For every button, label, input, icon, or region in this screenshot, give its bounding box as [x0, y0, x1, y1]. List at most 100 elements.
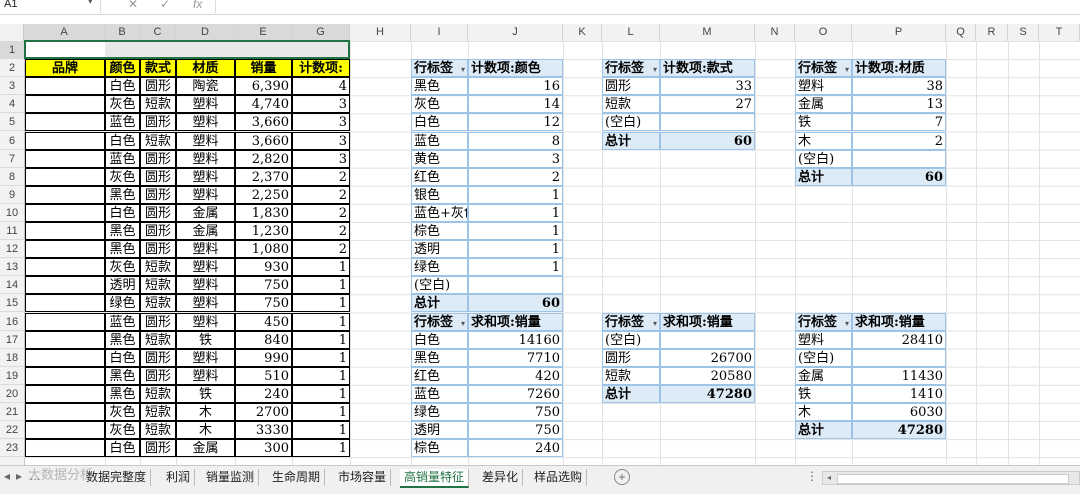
pivot-row-value[interactable] — [852, 348, 946, 367]
row-header[interactable]: 1 — [0, 41, 24, 59]
table-cell[interactable]: 圆形 — [140, 203, 176, 222]
pivot-header[interactable]: 行标签 ▾ — [602, 59, 660, 78]
table-cell[interactable]: 930 — [235, 258, 292, 277]
row-header[interactable]: 6 — [0, 132, 24, 150]
pivot-total-label[interactable]: 总计 — [602, 131, 660, 150]
table-cell[interactable] — [25, 131, 105, 150]
table-cell[interactable]: 750 — [235, 276, 292, 295]
pivot-row-value[interactable]: 14160 — [468, 330, 563, 349]
column-header[interactable]: A — [24, 24, 105, 41]
pivot-row-label[interactable]: 黑色 — [411, 348, 468, 367]
pivot-row-label[interactable]: 圆形 — [602, 77, 660, 96]
table-cell[interactable]: 短款 — [140, 403, 176, 421]
table-cell[interactable]: 2 — [292, 240, 350, 259]
table-cell[interactable]: 塑料 — [176, 294, 235, 313]
pivot-total-label[interactable]: 总计 — [795, 421, 852, 440]
pivot-row-label[interactable]: 透明 — [411, 240, 468, 259]
cancel-icon[interactable]: ✕ — [128, 0, 138, 11]
table-cell[interactable]: 黑色 — [105, 240, 140, 259]
table-cell[interactable]: 透明 — [105, 276, 140, 295]
pivot-total-label[interactable]: 总计 — [602, 384, 660, 403]
table-cell[interactable]: 短款 — [140, 421, 176, 440]
pivot-row-value[interactable] — [852, 149, 946, 168]
pivot-row-value[interactable]: 1 — [468, 258, 563, 277]
pivot-row-label[interactable]: 圆形 — [602, 348, 660, 367]
table-cell[interactable]: 灰色 — [105, 95, 140, 114]
table-cell[interactable]: 2 — [292, 203, 350, 222]
table-cell[interactable]: 圆形 — [140, 348, 176, 367]
table-cell[interactable]: 450 — [235, 312, 292, 331]
table-header[interactable]: 计数项: — [292, 59, 350, 78]
filter-dropdown-icon[interactable]: ▾ — [845, 60, 849, 76]
table-cell[interactable]: 短款 — [140, 258, 176, 277]
pivot-row-label[interactable]: (空白) — [795, 348, 852, 367]
table-cell[interactable]: 蓝色 — [105, 149, 140, 168]
table-cell[interactable]: 6,390 — [235, 77, 292, 96]
pivot-row-label[interactable]: 木 — [795, 131, 852, 150]
row-header[interactable]: 11 — [0, 222, 24, 240]
table-cell[interactable]: 1 — [292, 258, 350, 277]
table-cell[interactable]: 圆形 — [140, 240, 176, 259]
table-header[interactable]: 款式 — [140, 59, 176, 78]
pivot-row-value[interactable]: 27 — [660, 95, 755, 114]
table-cell[interactable]: 绿色 — [105, 294, 140, 313]
row-header[interactable]: 9 — [0, 186, 24, 204]
table-cell[interactable]: 圆形 — [140, 222, 176, 240]
row-header[interactable]: 4 — [0, 95, 24, 114]
table-cell[interactable] — [25, 203, 105, 222]
tab-market-capacity[interactable]: 市场容量 — [334, 469, 392, 486]
pivot-row-label[interactable]: (空白) — [602, 113, 660, 132]
table-cell[interactable]: 蓝色 — [105, 312, 140, 331]
column-header[interactable]: B — [105, 24, 140, 41]
table-cell[interactable]: 1 — [292, 312, 350, 331]
pivot-row-label[interactable]: 白色 — [411, 113, 468, 132]
pivot-total-value[interactable]: 60 — [468, 294, 563, 313]
pivot-header[interactable]: 计数项:颜色 — [468, 59, 563, 78]
table-cell[interactable]: 1,830 — [235, 203, 292, 222]
table-cell[interactable]: 1 — [292, 439, 350, 458]
select-all-corner[interactable] — [0, 24, 24, 41]
row-header[interactable]: 16 — [0, 313, 24, 331]
table-cell[interactable]: 圆形 — [140, 113, 176, 132]
pivot-header[interactable]: 行标签 ▾ — [411, 312, 468, 331]
table-cell[interactable]: 3 — [292, 131, 350, 150]
table-cell[interactable]: 短款 — [140, 276, 176, 295]
table-cell[interactable]: 黑色 — [105, 185, 140, 204]
pivot-total-value[interactable]: 60 — [660, 131, 755, 150]
table-cell[interactable] — [25, 312, 105, 331]
column-header[interactable]: M — [660, 24, 755, 41]
column-header[interactable]: H — [350, 24, 411, 41]
table-cell[interactable]: 塑料 — [176, 276, 235, 295]
pivot-row-label[interactable]: 棕色 — [411, 222, 468, 240]
row-header[interactable]: 18 — [0, 349, 24, 367]
more-icon[interactable]: ⋮ — [806, 469, 818, 483]
column-header[interactable]: S — [1008, 24, 1039, 41]
row-header[interactable]: 21 — [0, 403, 24, 421]
column-header[interactable]: R — [976, 24, 1008, 41]
row-header[interactable]: 5 — [0, 113, 24, 132]
table-cell[interactable]: 1 — [292, 330, 350, 349]
table-cell[interactable]: 黑色 — [105, 222, 140, 240]
row-header[interactable]: 13 — [0, 258, 24, 277]
pivot-row-value[interactable]: 16 — [468, 77, 563, 96]
pivot-row-label[interactable]: 短款 — [602, 95, 660, 114]
pivot-total-value[interactable]: 47280 — [852, 421, 946, 440]
column-header[interactable]: O — [795, 24, 852, 41]
confirm-icon[interactable]: ✓ — [160, 0, 170, 11]
table-cell[interactable]: 2,370 — [235, 167, 292, 186]
pivot-row-value[interactable]: 7 — [852, 113, 946, 132]
table-cell[interactable]: 圆形 — [140, 312, 176, 331]
pivot-row-label[interactable]: (空白) — [795, 149, 852, 168]
table-cell[interactable]: 金属 — [176, 203, 235, 222]
table-cell[interactable]: 白色 — [105, 77, 140, 96]
table-cell[interactable]: 2,820 — [235, 149, 292, 168]
table-cell[interactable]: 短款 — [140, 95, 176, 114]
tab-high-sales-features[interactable]: 高销量特征 — [400, 469, 470, 488]
table-cell[interactable]: 990 — [235, 348, 292, 367]
table-cell[interactable]: 2 — [292, 222, 350, 240]
table-cell[interactable]: 黑色 — [105, 366, 140, 385]
tab-sample-selection[interactable]: 样品选购 — [530, 469, 588, 486]
pivot-row-value[interactable]: 1 — [468, 203, 563, 222]
pivot-total-label[interactable]: 总计 — [411, 294, 468, 313]
column-header[interactable]: E — [235, 24, 292, 41]
